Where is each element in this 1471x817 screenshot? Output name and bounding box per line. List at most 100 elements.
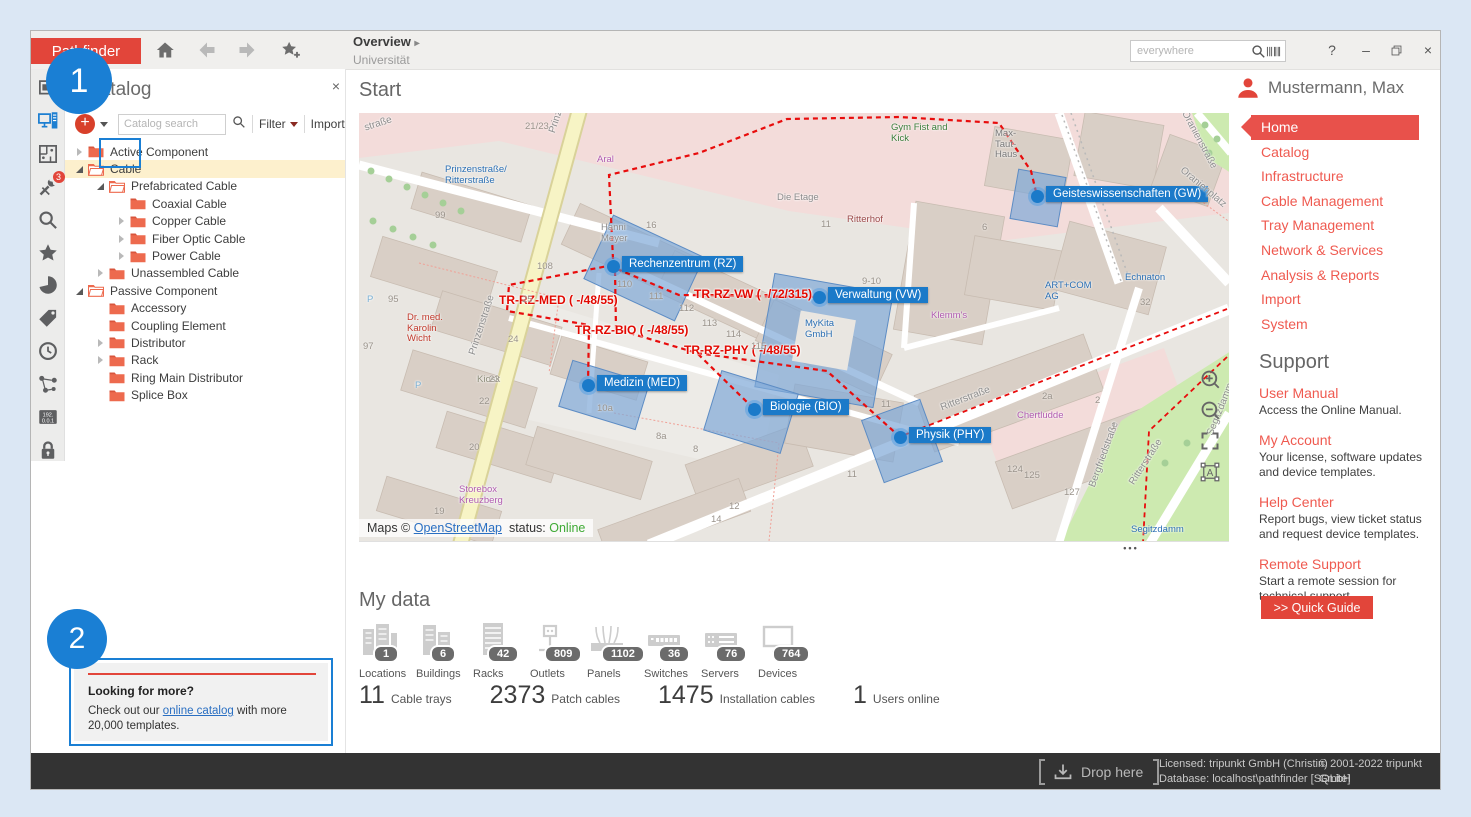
building-node-dot[interactable] [813, 291, 826, 304]
tile-switches[interactable]: 36Switches [644, 621, 701, 680]
add-template-button[interactable]: + [75, 114, 95, 134]
support-link[interactable]: Help Center [1259, 494, 1434, 510]
back-arrow-icon[interactable] [197, 40, 219, 60]
building-label-vw[interactable]: Verwaltung (VW) [828, 287, 928, 303]
tree-expander[interactable] [96, 268, 106, 278]
rail-item-ip-icon[interactable]: 192.0.0.1 [35, 406, 61, 428]
map-canvas[interactable]: Rechenzentrum (RZ) Geisteswissenschaften … [359, 113, 1229, 542]
rail-item-floorplan-icon[interactable] [35, 143, 61, 165]
tree-item-unassembled-cable[interactable]: Unassembled Cable [65, 265, 345, 282]
rail-item-workplace-icon[interactable] [35, 110, 61, 132]
import-button[interactable]: Import [311, 117, 345, 131]
tree-expander[interactable] [117, 234, 127, 244]
building-node-dot[interactable] [607, 260, 620, 273]
restore-button[interactable] [1383, 39, 1409, 61]
catalog-close-icon[interactable]: × [327, 77, 345, 95]
global-search-input[interactable] [1135, 44, 1251, 58]
rail-item-charts-icon[interactable] [35, 275, 61, 297]
help-button[interactable]: ? [1319, 39, 1345, 61]
cable-route-label[interactable]: TR-RZ-BIO ( -/48/55) [575, 323, 688, 337]
rail-item-tags-icon[interactable] [35, 307, 61, 329]
favorite-add-icon[interactable] [281, 40, 303, 60]
nav-item-analysis-reports[interactable]: Analysis & Reports [1251, 263, 1436, 288]
fullscreen-icon[interactable] [1199, 430, 1221, 452]
building-node-dot[interactable] [582, 379, 595, 392]
building-label-gw[interactable]: Geisteswissenschaften (GW) [1046, 186, 1208, 202]
nav-item-import[interactable]: Import [1251, 287, 1436, 312]
minimize-button[interactable]: – [1353, 39, 1379, 61]
cable-route-label[interactable]: TR-RZ-PHY ( -/48/55) [684, 343, 800, 357]
rail-item-favorites-icon[interactable] [35, 242, 61, 264]
support-link[interactable]: My Account [1259, 432, 1434, 448]
filter-button[interactable]: Filter [259, 117, 298, 131]
tree-item-fiber-optic-cable[interactable]: Fiber Optic Cable [65, 230, 345, 247]
search-icon[interactable] [1251, 44, 1266, 59]
tree-item-passive-component[interactable]: Passive Component [65, 282, 345, 299]
tree-item-rack[interactable]: Rack [65, 352, 345, 369]
rail-item-history-icon[interactable] [35, 340, 61, 362]
rail-item-tools-icon[interactable]: 3 [35, 176, 61, 198]
tree-item-copper-cable[interactable]: Copper Cable [65, 213, 345, 230]
building-node-dot[interactable] [748, 403, 761, 416]
nav-item-network-services[interactable]: Network & Services [1251, 238, 1436, 263]
close-button[interactable]: × [1415, 39, 1441, 61]
cable-route-label[interactable]: TR-RZ-VW ( -/72/315) [694, 287, 812, 301]
tree-item-accessory[interactable]: Accessory [65, 300, 345, 317]
tile-buildings[interactable]: 6Buildings [416, 621, 473, 680]
tree-expander[interactable] [117, 216, 127, 226]
nav-item-cable-management[interactable]: Cable Management [1251, 189, 1436, 214]
nav-item-infrastructure[interactable]: Infrastructure [1251, 164, 1436, 189]
barcode-icon[interactable] [1266, 44, 1281, 59]
add-caret-icon[interactable] [100, 122, 108, 127]
rail-item-topology-icon[interactable] [35, 373, 61, 395]
building-label-phy[interactable]: Physik (PHY) [909, 427, 991, 443]
tile-racks[interactable]: 42Racks [473, 621, 530, 680]
tree-item-power-cable[interactable]: Power Cable [65, 247, 345, 264]
nav-item-home[interactable]: Home [1251, 115, 1419, 140]
tile-panels[interactable]: 1102Panels [587, 621, 644, 680]
nav-item-tray-management[interactable]: Tray Management [1251, 213, 1436, 238]
quick-guide-button[interactable]: >> Quick Guide [1261, 596, 1373, 619]
tree-expander[interactable] [96, 355, 106, 365]
catalog-search-input[interactable] [118, 114, 226, 135]
tree-item-splice-box[interactable]: Splice Box [65, 386, 345, 403]
tree-expander[interactable] [75, 147, 85, 157]
nav-item-catalog[interactable]: Catalog [1251, 140, 1436, 165]
openstreetmap-link[interactable]: OpenStreetMap [414, 521, 502, 535]
building-node-dot[interactable] [894, 431, 907, 444]
nav-item-system[interactable]: System [1251, 312, 1436, 337]
tree-expander[interactable] [117, 251, 127, 261]
building-label-bio[interactable]: Biologie (BIO) [763, 399, 849, 415]
tree-item-ring-main-distributor[interactable]: Ring Main Distributor [65, 369, 345, 386]
support-link[interactable]: User Manual [1259, 385, 1434, 401]
building-node-dot[interactable] [1031, 190, 1044, 203]
auto-label-icon[interactable]: A [1199, 461, 1221, 483]
tile-devices[interactable]: 764Devices [758, 621, 815, 680]
tree-expander[interactable] [96, 338, 106, 348]
drop-zone[interactable]: Drop here [1039, 759, 1159, 785]
building-label-rz[interactable]: Rechenzentrum (RZ) [622, 256, 743, 272]
splitter-handle[interactable]: ••• [1091, 543, 1171, 553]
tree-expander[interactable] [75, 286, 85, 296]
zoom-in-icon[interactable] [1199, 368, 1221, 390]
catalog-search-icon[interactable] [232, 115, 246, 134]
online-catalog-link[interactable]: online catalog [163, 705, 234, 717]
tree-item-coupling-element[interactable]: Coupling Element [65, 317, 345, 334]
cable-route-label[interactable]: TR-RZ-MED ( -/48/55) [499, 293, 618, 307]
building-label-med[interactable]: Medizin (MED) [597, 375, 687, 391]
home-icon[interactable] [155, 40, 177, 60]
forward-arrow-icon[interactable] [237, 40, 259, 60]
tree-item-coaxial-cable[interactable]: Coaxial Cable [65, 195, 345, 212]
tree-item-distributor[interactable]: Distributor [65, 334, 345, 351]
rail-item-search-icon[interactable] [35, 209, 61, 231]
tile-outlets[interactable]: 809Outlets [530, 621, 587, 680]
tree-expander[interactable] [75, 164, 85, 174]
user-chip[interactable]: Mustermann, Max [1236, 76, 1436, 100]
zoom-out-icon[interactable] [1199, 399, 1221, 421]
tree-item-prefabricated-cable[interactable]: Prefabricated Cable [65, 178, 345, 195]
support-link[interactable]: Remote Support [1259, 556, 1434, 572]
tree-expander[interactable] [96, 181, 106, 191]
tile-locations[interactable]: 1Locations [359, 621, 416, 680]
breadcrumb[interactable]: Overview ▸ Universität [353, 34, 419, 68]
rail-item-lock-icon[interactable] [35, 439, 61, 461]
